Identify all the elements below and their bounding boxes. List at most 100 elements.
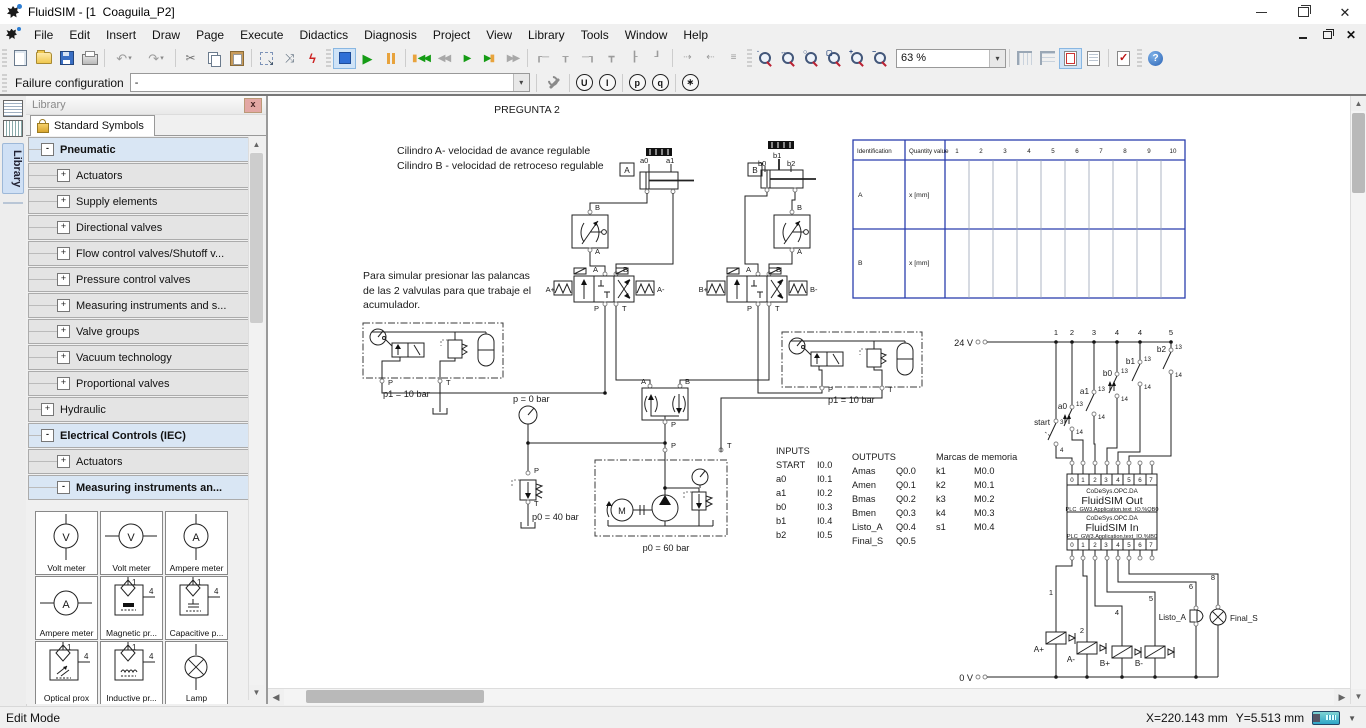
tree-item-electrical-controls-iec[interactable]: -Electrical Controls (IEC) — [28, 423, 250, 448]
expand-icon[interactable]: + — [57, 169, 70, 182]
stimulate-button[interactable]: ϟ — [301, 48, 324, 69]
dock-tab-library[interactable]: Library — [2, 143, 24, 194]
menu-didactics[interactable]: Didactics — [291, 26, 356, 44]
menu-diagnosis[interactable]: Diagnosis — [356, 26, 425, 44]
help-button[interactable]: ? — [1144, 48, 1167, 69]
tree-item-actuators[interactable]: +Actuators — [28, 163, 250, 188]
sim-next-button[interactable]: ▶▮ — [478, 48, 501, 69]
expand-icon[interactable]: + — [57, 455, 70, 468]
tree-item-flow-control-valves[interactable]: +Flow control valves/Shutoff v... — [28, 241, 250, 266]
tree-item-hydraulic[interactable]: +Hydraulic — [28, 397, 250, 422]
align-1-button[interactable]: ⇢ — [676, 48, 699, 69]
io-inputs-list[interactable]: INPUTS STARTI0.0 a0I0.1 a1I0.2 b0I0.3 b1… — [776, 446, 832, 540]
scrollbar-thumb[interactable] — [1352, 113, 1365, 193]
tree-item-pressure-control-valves[interactable]: +Pressure control valves — [28, 267, 250, 292]
tree-item-supply-elements[interactable]: +Supply elements — [28, 189, 250, 214]
zoom-out-button[interactable]: − — [869, 48, 892, 69]
sim-forward-button[interactable]: ▶▶ — [501, 48, 524, 69]
plc-interface-blocks[interactable]: 01234567 CoDeSys.OPC.DA FluidSIM Out PLC… — [1066, 461, 1159, 560]
menu-library[interactable]: Library — [520, 26, 573, 44]
zoom-rect-button[interactable]: ▢ — [823, 48, 846, 69]
show-pressure-button[interactable]: p — [626, 72, 649, 93]
chevron-down-icon[interactable]: ▼ — [1348, 714, 1356, 723]
cylinder-b[interactable]: B b1 b0 b2 — [748, 141, 816, 192]
rotate-button[interactable]: ⤨ — [278, 48, 301, 69]
redo-button[interactable]: ↷▾ — [140, 48, 172, 69]
menu-help[interactable]: Help — [675, 26, 716, 44]
scroll-left-icon[interactable]: ◀ — [268, 689, 284, 705]
diagram-tool-5-button[interactable]: ┠ — [623, 48, 646, 69]
grid-snap-button[interactable] — [1036, 48, 1059, 69]
menu-draw[interactable]: Draw — [144, 26, 188, 44]
scrollbar-thumb[interactable] — [306, 690, 484, 703]
cylinder-a[interactable]: A a0 a1 — [620, 148, 694, 194]
chevron-down-icon[interactable]: ▾ — [989, 50, 1005, 67]
new-button[interactable] — [9, 48, 32, 69]
horizontal-scrollbar[interactable]: ◀ ▶ — [268, 688, 1350, 705]
symbol-ampere-meter-h[interactable]: A Ampere meter — [35, 576, 98, 640]
diagram-tool-3-button[interactable]: ─┒ — [577, 48, 600, 69]
directional-valve-b[interactable]: AB B+B- PT — [680, 265, 822, 393]
open-button[interactable] — [32, 48, 55, 69]
tree-item-measuring-instruments[interactable]: +Measuring instruments and s... — [28, 293, 250, 318]
print-button[interactable] — [78, 48, 101, 69]
tree-item-electrical-actuators[interactable]: +Actuators — [28, 449, 250, 474]
tree-item-directional-valves[interactable]: +Directional valves — [28, 215, 250, 240]
note-simulation[interactable]: Para simular presionar las palancas de l… — [363, 270, 531, 311]
expand-icon[interactable]: + — [57, 377, 70, 390]
chevron-down-icon[interactable]: ▾ — [513, 74, 529, 91]
accumulator-group-left[interactable]: P T p1 = 10 bar — [363, 323, 607, 414]
undo-button[interactable]: ↶▾ — [108, 48, 140, 69]
expand-icon[interactable]: + — [57, 299, 70, 312]
page-title[interactable]: PREGUNTA 2 — [494, 104, 560, 116]
io-memory-list[interactable]: Marcas de memoria k1M0.0 k2M0.1 k3M0.2 k… — [936, 452, 1018, 532]
tree-item-vacuum-technology[interactable]: +Vacuum technology — [28, 345, 250, 370]
symbol-ampere-meter-v[interactable]: A Ampere meter — [165, 511, 228, 575]
collapse-icon[interactable]: - — [41, 143, 54, 156]
expand-icon[interactable]: + — [57, 195, 70, 208]
zoom-in-button[interactable]: + — [846, 48, 869, 69]
symbol-volt-meter-v[interactable]: V Volt meter — [35, 511, 98, 575]
scroll-up-icon[interactable]: ▲ — [1351, 96, 1366, 111]
flow-control-valve-a[interactable]: B A — [572, 193, 673, 272]
symbol-magnetic-proximity[interactable]: 14 Magnetic pr... — [100, 576, 163, 640]
symbol-optical-proximity[interactable]: 14 Optical prox — [35, 641, 98, 704]
sim-reset-button[interactable]: ▮◀◀ — [409, 48, 432, 69]
mdi-minimize-button[interactable] — [1296, 28, 1310, 42]
paste-button[interactable] — [225, 48, 248, 69]
select-mode-button[interactable] — [255, 48, 278, 69]
expand-icon[interactable]: + — [57, 273, 70, 286]
menu-file[interactable]: File — [26, 26, 61, 44]
zoom-width-button[interactable]: ↔ — [777, 48, 800, 69]
show-flow-button[interactable]: q — [649, 72, 672, 93]
sim-pause-button[interactable] — [379, 48, 402, 69]
expand-icon[interactable]: + — [41, 403, 54, 416]
sim-step-button[interactable]: ▶ — [455, 48, 478, 69]
tab-standard-symbols[interactable]: Standard Symbols — [30, 115, 155, 136]
collapse-icon[interactable]: - — [41, 429, 54, 442]
menu-edit[interactable]: Edit — [61, 26, 98, 44]
electrical-ladder[interactable]: 24 V 1 2 3 4 4 5 start 3 4 a0 13 14 — [954, 328, 1182, 461]
mdi-restore-button[interactable] — [1320, 28, 1334, 42]
failure-configuration-combo[interactable]: - ▾ — [130, 73, 530, 92]
show-voltage-button[interactable]: U — [573, 72, 596, 93]
scroll-down-icon[interactable]: ▼ — [249, 685, 264, 700]
circuit-check-button[interactable] — [1112, 48, 1135, 69]
pilot-check-block[interactable]: AB P — [641, 377, 690, 448]
save-button[interactable] — [55, 48, 78, 69]
panel-detail-icon[interactable] — [3, 120, 23, 137]
expand-icon[interactable]: + — [57, 221, 70, 234]
vertical-scrollbar[interactable]: ▲ ▼ — [1350, 96, 1366, 704]
directional-valve-a[interactable]: AB A+A- PT — [546, 265, 665, 393]
mdi-close-button[interactable]: ✕ — [1344, 28, 1358, 42]
page-frame-button[interactable] — [1059, 48, 1082, 69]
connection-icon[interactable] — [1312, 711, 1340, 725]
collapse-icon[interactable]: - — [57, 481, 70, 494]
sim-stop-button[interactable] — [333, 48, 356, 69]
schematic-canvas[interactable]: PREGUNTA 2 Cilindro A- velocidad de avan… — [268, 96, 1350, 688]
diagram-tool-1-button[interactable]: ┎─ — [531, 48, 554, 69]
zoom-fit-button[interactable]: ○ — [800, 48, 823, 69]
io-outputs-list[interactable]: OUTPUTS AmasQ0.0 AmenQ0.1 BmasQ0.2 BmenQ… — [852, 452, 916, 546]
expand-icon[interactable]: + — [57, 247, 70, 260]
menu-insert[interactable]: Insert — [98, 26, 144, 44]
